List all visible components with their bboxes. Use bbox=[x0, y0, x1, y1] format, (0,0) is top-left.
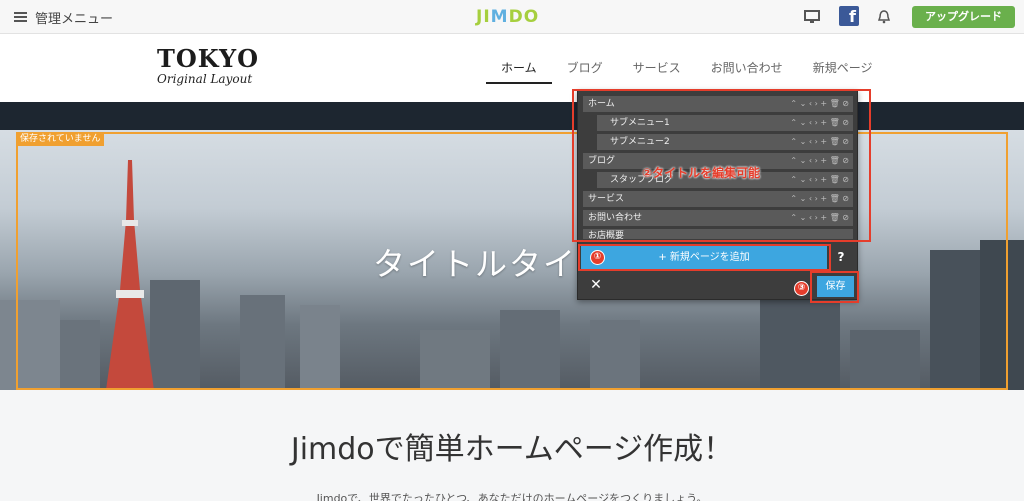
help-button[interactable]: ? bbox=[833, 248, 849, 266]
admin-menu-label: 管理メニュー bbox=[35, 11, 114, 27]
annotation-box-save bbox=[810, 271, 859, 303]
unsaved-badge: 保存されていません bbox=[16, 132, 105, 146]
nav-item-home[interactable]: ホーム bbox=[486, 59, 552, 84]
site-logo-main: TOKYO bbox=[157, 44, 260, 73]
hamburger-icon bbox=[14, 12, 27, 22]
facebook-icon[interactable]: f bbox=[839, 6, 859, 26]
hero-title[interactable]: タイトルタイ bbox=[373, 239, 577, 285]
site-nav: ホーム ブログ サービス お問い合わせ 新規ページ bbox=[486, 59, 888, 84]
monitor-icon[interactable] bbox=[803, 8, 821, 26]
page-subtext[interactable]: Jimdoで、世界でたったひとつ、あなただけのホームページをつくりましょう。 bbox=[0, 490, 1024, 501]
annotation-text-2: ②タイトルを編集可能 bbox=[642, 166, 761, 180]
admin-topbar: 管理メニュー JIMDO f アップグレード bbox=[0, 0, 1024, 34]
admin-menu-button[interactable]: 管理メニュー bbox=[14, 8, 114, 27]
nav-item-service[interactable]: サービス bbox=[618, 59, 696, 83]
site-logo-sub: Original Layout bbox=[157, 72, 253, 86]
annotation-box-add bbox=[578, 244, 831, 271]
page-heading[interactable]: Jimdoで簡単ホームページ作成！ bbox=[0, 424, 1024, 468]
nav-item-blog[interactable]: ブログ bbox=[552, 59, 618, 83]
site-logo[interactable]: TOKYO Original Layout bbox=[157, 44, 260, 87]
nav-item-contact[interactable]: お問い合わせ bbox=[696, 59, 798, 83]
nav-item-new-page[interactable]: 新規ページ bbox=[798, 59, 888, 83]
annotation-marker-3: ③ bbox=[794, 281, 809, 296]
annotation-marker-1: ① bbox=[590, 250, 605, 265]
close-icon[interactable]: ✕ bbox=[588, 277, 604, 293]
upgrade-button[interactable]: アップグレード bbox=[912, 6, 1015, 28]
bell-icon[interactable] bbox=[875, 8, 893, 26]
jimdo-logo: JIMDO bbox=[476, 7, 540, 27]
